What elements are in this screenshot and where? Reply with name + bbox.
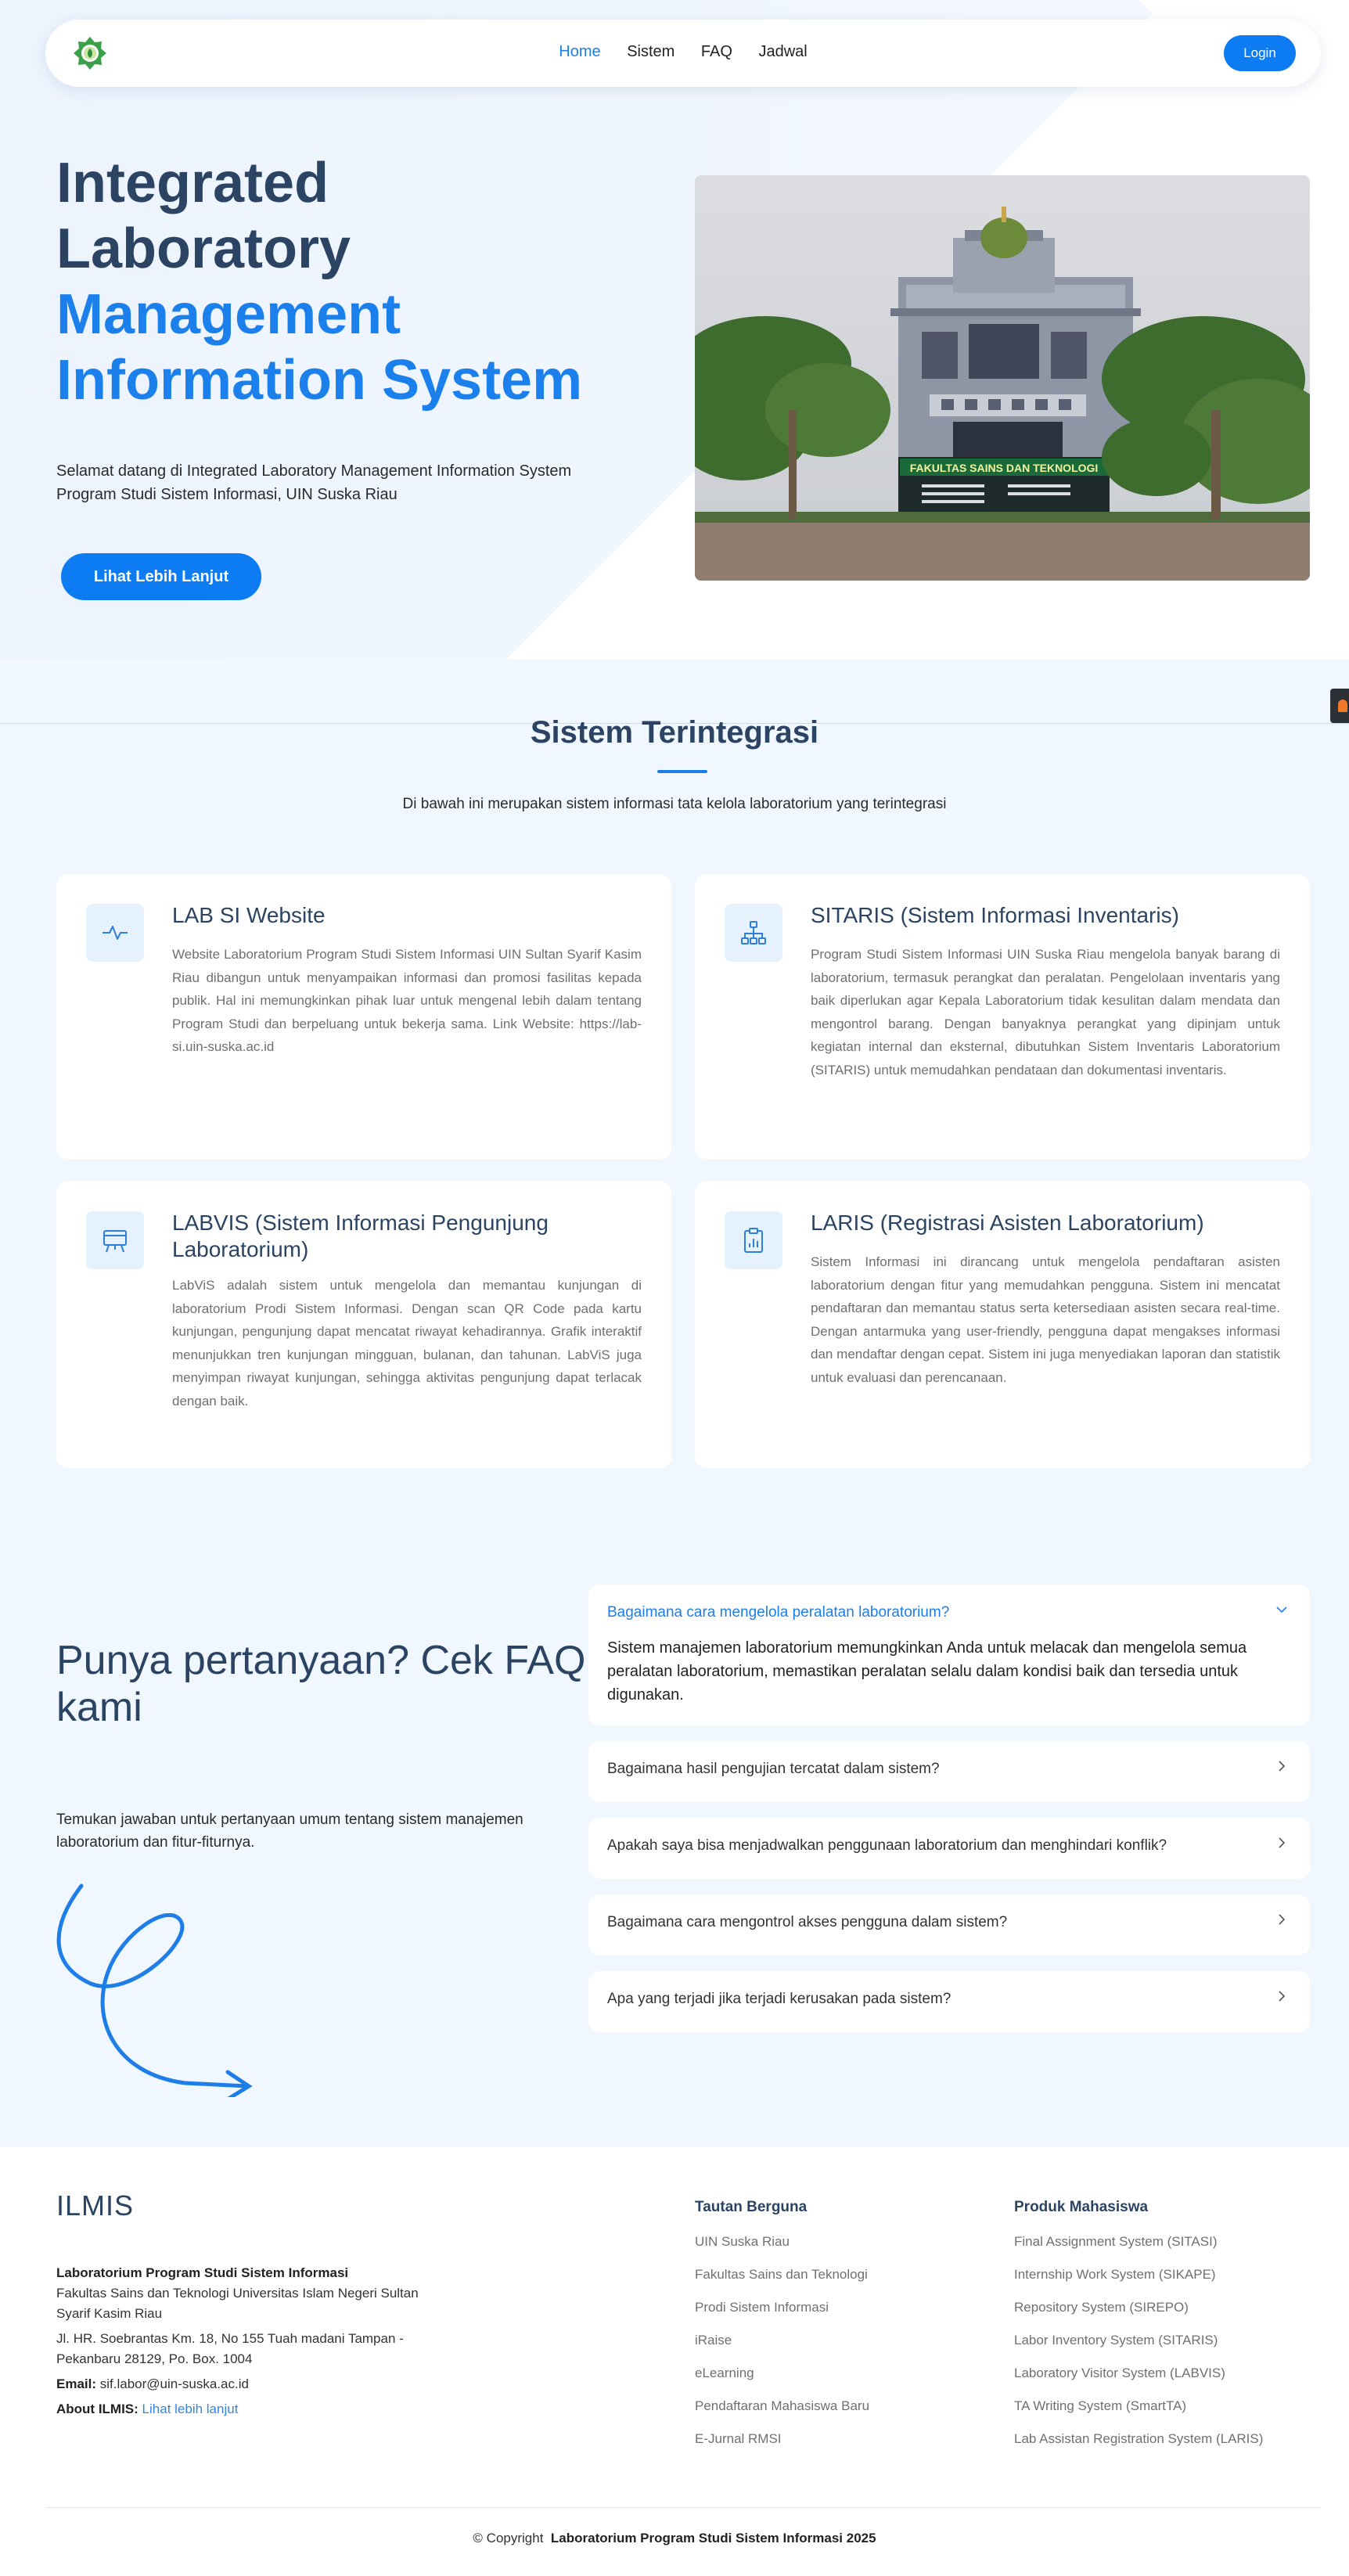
chevron-right-icon[interactable]	[1275, 1837, 1288, 1849]
hero-title-line: Integrated	[56, 152, 329, 214]
footer-email-label: Email:	[56, 2376, 97, 2391]
card-icon-box	[725, 904, 782, 962]
card-title: SITARIS (Sistem Informasi Inventaris)	[811, 903, 1179, 927]
footer-about-link[interactable]: Lihat lebih lanjut	[142, 2402, 239, 2416]
chevron-down-icon[interactable]	[1275, 1603, 1288, 1616]
card-title: LARIS (Registrasi Asisten Laboratorium)	[811, 1211, 1204, 1235]
systems-section-title: Sistem Terintegrasi	[530, 715, 819, 750]
footer-contact-info: Laboratorium Program Studi Sistem Inform…	[56, 2263, 448, 2419]
copyright: © Copyright Laboratorium Program Studi S…	[0, 2531, 1349, 2546]
footer-brand: ILMIS	[56, 2189, 135, 2222]
footer-link[interactable]: Repository System (SIREPO)	[1014, 2299, 1263, 2315]
curly-arrow-decoration	[56, 1883, 253, 2097]
faq-item[interactable]: Apakah saya bisa menjadwalkan penggunaan…	[588, 1818, 1310, 1879]
system-card-sitaris[interactable]: SITARIS (Sistem Informasi Inventaris) Pr…	[695, 874, 1310, 1159]
card-text: Program Studi Sistem Informasi UIN Suska…	[811, 947, 1280, 1078]
presentation-board-icon	[103, 1230, 127, 1253]
footer: ILMIS Laboratorium Program Studi Sistem …	[0, 2147, 1349, 2576]
system-card-labsi[interactable]: LAB SI Website Website Laboratorium Prog…	[56, 874, 671, 1159]
building-sign-text: FAKULTAS SAINS DAN TEKNOLOGI	[910, 462, 1099, 474]
footer-link[interactable]: Internship Work System (SIKAPE)	[1014, 2266, 1263, 2283]
card-title: LAB SI Website	[172, 903, 326, 927]
faq-answer: Sistem manajemen laboratorium memungkink…	[607, 1639, 1247, 1704]
faq-title: Punya pertanyaan? Cek FAQ kami	[56, 1638, 586, 1730]
hero-subtitle: Selamat datang di Integrated Laboratory …	[56, 462, 572, 503]
card-icon-box	[86, 1211, 144, 1269]
chevron-right-icon[interactable]	[1275, 1990, 1288, 2002]
footer-link[interactable]: Fakultas Sains dan Teknologi	[695, 2266, 869, 2283]
card-icon-box	[725, 1211, 782, 1269]
faq-question[interactable]: Bagaimana hasil pengujian tercatat dalam…	[607, 1761, 940, 1778]
footer-divider	[45, 2507, 1321, 2508]
footer-useful-links: Tautan Berguna UIN Suska Riau Fakultas S…	[695, 2199, 869, 2463]
card-text: Sistem Informasi ini dirancang untuk men…	[811, 1254, 1280, 1385]
navbar: Home Sistem FAQ Jadwal Login	[45, 20, 1321, 87]
faq-subtitle: Temukan jawaban untuk pertanyaan umum te…	[56, 1811, 523, 1851]
faculty-building-photo: FAKULTAS SAINS DAN TEKNOLOGI	[695, 175, 1310, 581]
card-text: Website Laboratorium Program Studi Siste…	[172, 947, 642, 1054]
hero-title-line-accent: Management	[56, 283, 401, 346]
faq-item-open[interactable]: Bagaimana cara mengelola peralatan labor…	[588, 1585, 1310, 1725]
system-card-laris[interactable]: LARIS (Registrasi Asisten Laboratorium) …	[695, 1182, 1310, 1468]
nav-jadwal[interactable]: Jadwal	[758, 43, 807, 61]
footer-link[interactable]: Prodi Sistem Informasi	[695, 2299, 869, 2315]
footer-link[interactable]: Lab Assistan Registration System (LARIS)	[1014, 2430, 1263, 2447]
footer-link[interactable]: UIN Suska Riau	[695, 2233, 869, 2250]
card-title: LABVIS (Sistem Informasi Pengunjung Labo…	[172, 1211, 549, 1261]
hero-title: Integrated Laboratory Management Informa…	[56, 150, 582, 413]
footer-link[interactable]: TA Writing System (SmartTA)	[1014, 2398, 1263, 2414]
footer-link[interactable]: iRaise	[695, 2332, 869, 2348]
clipboard-chart-icon	[744, 1228, 763, 1253]
footer-link[interactable]: Laboratory Visitor System (LABVIS)	[1014, 2365, 1263, 2381]
footer-faculty: Fakultas Sains dan Teknologi Universitas…	[56, 2286, 419, 2321]
hero-title-line: Laboratory	[56, 218, 351, 280]
nav-faq[interactable]: FAQ	[701, 43, 732, 61]
footer-link[interactable]: Pendaftaran Mahasiswa Baru	[695, 2398, 869, 2414]
copyright-prefix: © Copyright	[473, 2531, 544, 2545]
activity-icon	[103, 926, 128, 940]
footer-address: Jl. HR. Soebrantas Km. 18, No 155 Tuah m…	[56, 2331, 404, 2366]
footer-link[interactable]: Final Assignment System (SITASI)	[1014, 2233, 1263, 2250]
footer-about-label: About ILMIS:	[56, 2402, 138, 2416]
title-underline	[657, 770, 707, 773]
faq-question[interactable]: Apa yang terjadi jika terjadi kerusakan …	[607, 1991, 951, 2008]
nav-links: Home Sistem FAQ Jadwal	[45, 43, 1321, 61]
footer-link[interactable]: Labor Inventory System (SITARIS)	[1014, 2332, 1263, 2348]
card-icon-box	[86, 904, 144, 962]
chevron-right-icon[interactable]	[1275, 1913, 1288, 1926]
login-button[interactable]: Login	[1224, 35, 1296, 71]
faq-question[interactable]: Bagaimana cara mengontrol akses pengguna…	[607, 1914, 1007, 1931]
faq-item[interactable]: Bagaimana hasil pengujian tercatat dalam…	[588, 1741, 1310, 1802]
faq-item[interactable]: Apa yang terjadi jika terjadi kerusakan …	[588, 1971, 1310, 2032]
faq-item[interactable]: Bagaimana cara mengontrol akses pengguna…	[588, 1894, 1310, 1955]
footer-org-name: Laboratorium Program Studi Sistem Inform…	[56, 2265, 349, 2280]
footer-email[interactable]: sif.labor@uin-suska.ac.id	[100, 2376, 249, 2391]
systems-section-description: Di bawah ini merupakan sistem informasi …	[402, 796, 947, 812]
nav-sistem[interactable]: Sistem	[627, 43, 674, 61]
footer-link[interactable]: eLearning	[695, 2365, 869, 2381]
chevron-right-icon[interactable]	[1275, 1760, 1288, 1772]
faq-question[interactable]: Bagaimana cara mengelola peralatan labor…	[607, 1604, 949, 1621]
network-icon	[741, 921, 766, 944]
nav-home[interactable]: Home	[559, 43, 600, 61]
card-text: LabViS adalah sistem untuk mengelola dan…	[172, 1278, 642, 1409]
system-card-labvis[interactable]: LABVIS (Sistem Informasi Pengunjung Labo…	[56, 1182, 671, 1468]
hero-title-line-accent: Information System	[56, 349, 583, 412]
footer-link[interactable]: E-Jurnal RMSI	[695, 2430, 869, 2447]
footer-student-products: Produk Mahasiswa Final Assignment System…	[1014, 2199, 1263, 2463]
footer-column-title: Produk Mahasiswa	[1014, 2199, 1149, 2215]
faq-question[interactable]: Apakah saya bisa menjadwalkan penggunaan…	[607, 1837, 1167, 1855]
learn-more-button[interactable]: Lihat Lebih Lanjut	[61, 553, 261, 600]
copyright-org: Laboratorium Program Studi Sistem Inform…	[550, 2531, 876, 2545]
footer-column-title: Tautan Berguna	[695, 2199, 808, 2215]
